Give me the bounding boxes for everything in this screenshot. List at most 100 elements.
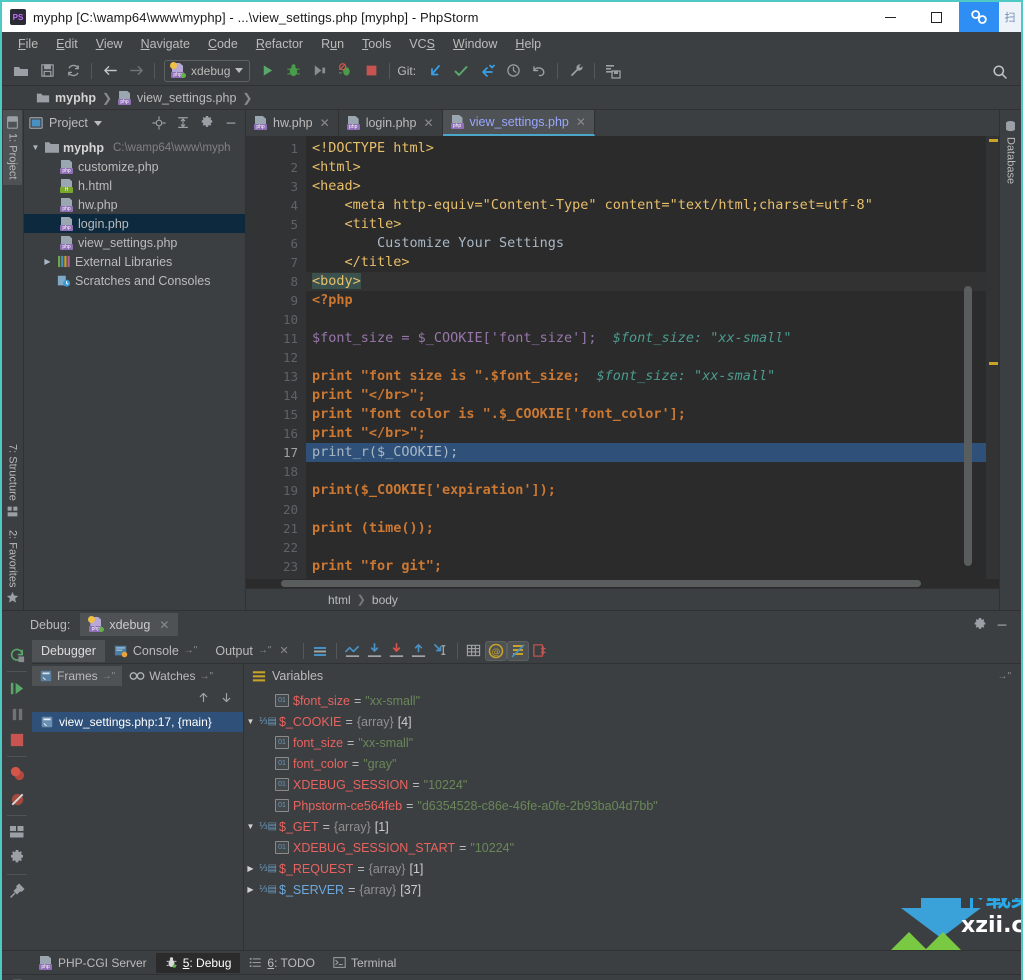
cloud-sync-icon[interactable] (959, 2, 999, 32)
variable-row[interactable]: 01 font_size = "xx-small" (244, 732, 1021, 753)
mute-breakpoints-toolbar-icon[interactable] (309, 641, 331, 661)
tree-node-login-php[interactable]: php login.php (24, 214, 245, 233)
watches-icon[interactable] (506, 640, 529, 661)
step-into-icon[interactable] (386, 641, 408, 661)
project-panel-chevron-icon[interactable] (93, 120, 102, 126)
close-icon[interactable]: ✕ (159, 618, 169, 632)
tab-login-php[interactable]: php login.php ✕ (339, 110, 443, 136)
sidebar-item-database[interactable]: Database (1001, 114, 1020, 190)
editor-gutter[interactable]: 1 2 3 4 5 6 7 8 9 10 11 12 13 14 15 16 1… (246, 136, 306, 579)
stop-program-icon[interactable] (4, 727, 30, 753)
evaluate-expression-icon[interactable]: @ (484, 640, 507, 661)
tab-view-settings-php[interactable]: php view_settings.php ✕ (442, 110, 595, 136)
menu-refactor[interactable]: Refactor (247, 35, 312, 53)
variable-row[interactable]: ▼ ⅓▤ $_COOKIE = {array} [4] (244, 711, 1021, 732)
toolwindow-php-cgi-server[interactable]: php PHP-CGI Server (30, 953, 156, 973)
variable-row[interactable]: ▶ ⅓▤ $_SERVER = {array} [37] (244, 879, 1021, 900)
collapse-arrow[interactable]: ▶ (244, 885, 257, 894)
mute-breakpoints-icon[interactable] (4, 786, 30, 812)
frame-row-selected[interactable]: view_settings.php:17, {main} (32, 712, 243, 732)
tree-node-hw-php[interactable]: php hw.php (24, 195, 245, 214)
hide-panel-icon[interactable] (222, 114, 240, 132)
debug-session-tab[interactable]: php xdebug ✕ (80, 613, 179, 636)
tree-node-view-settings-php[interactable]: php view_settings.php (24, 233, 245, 252)
save-icon[interactable] (34, 59, 60, 83)
toolwindow-terminal[interactable]: Terminal (324, 953, 405, 973)
tab-watches[interactable]: Watches →" (122, 666, 220, 686)
pin-icon[interactable]: →" (258, 645, 272, 656)
run-configuration-selector[interactable]: php xdebug (164, 59, 251, 82)
run-with-coverage-icon[interactable] (306, 59, 332, 83)
tab-frames[interactable]: Frames →" (32, 666, 123, 686)
commit-icon[interactable] (448, 59, 474, 83)
scrollbar-thumb[interactable] (964, 286, 972, 566)
locate-file-icon[interactable] (150, 114, 168, 132)
sidebar-item-project[interactable]: 1: Project (3, 110, 22, 186)
breadcrumb-body[interactable]: body (372, 593, 398, 607)
close-icon[interactable]: ✕ (423, 116, 433, 130)
breadcrumb-html[interactable]: html (328, 593, 351, 607)
collapse-arrow-icon[interactable]: ▶ (42, 257, 53, 266)
close-icon[interactable]: ✕ (320, 116, 330, 130)
rerun-icon[interactable] (4, 642, 30, 668)
project-file-tree[interactable]: ▼ myphp C:\wamp64\www\myph php customize… (24, 136, 245, 610)
search-everywhere-icon[interactable] (987, 60, 1013, 84)
back-icon[interactable] (97, 59, 123, 83)
menu-window[interactable]: Window (444, 35, 506, 53)
variable-row[interactable]: 01 $font_size = "xx-small" (244, 690, 1021, 711)
editor-marker-bar[interactable] (986, 136, 999, 579)
gear-icon[interactable] (969, 615, 991, 635)
sync-icon[interactable] (60, 59, 86, 83)
collapse-arrow[interactable]: ▶ (244, 864, 257, 873)
sidebar-item-favorites[interactable]: 2: Favorites (3, 524, 22, 610)
export-icon[interactable] (529, 641, 551, 661)
history-icon[interactable] (500, 59, 526, 83)
menu-edit[interactable]: Edit (47, 35, 87, 53)
variable-row[interactable]: 01 Phpstorm-ce564feb = "d6354528-c86e-46… (244, 795, 1021, 816)
layout-settings-icon[interactable] (4, 819, 30, 845)
view-breakpoints-icon[interactable] (4, 760, 30, 786)
menu-file[interactable]: File (9, 35, 47, 53)
variable-row[interactable]: 01 XDEBUG_SESSION_START = "10224" (244, 837, 1021, 858)
toolwindow-todo[interactable]: 6: TODO (240, 953, 324, 973)
build-icon[interactable] (600, 59, 626, 83)
step-over-icon[interactable] (364, 641, 386, 661)
tree-node-external-libraries[interactable]: ▶ External Libraries (24, 252, 245, 271)
breadcrumb-project[interactable]: myphp (30, 90, 102, 106)
editor-vertical-scrollbar[interactable] (963, 136, 973, 579)
move-frame-down-icon[interactable] (220, 691, 233, 707)
variable-row[interactable]: 01 XDEBUG_SESSION = "10224" (244, 774, 1021, 795)
tree-node-scratches[interactable]: Scratches and Consoles (24, 271, 245, 290)
menu-help[interactable]: Help (506, 35, 550, 53)
open-icon[interactable] (8, 59, 34, 83)
push-icon[interactable] (474, 59, 500, 83)
pin-tab-icon[interactable] (4, 878, 30, 904)
frames-list[interactable]: view_settings.php:17, {main} (32, 710, 243, 950)
variable-row[interactable]: ▶ ⅓▤ $_REQUEST = {array} [1] (244, 858, 1021, 879)
pin-icon[interactable]: →" (184, 645, 198, 656)
menu-run[interactable]: Run (312, 35, 353, 53)
warning-marker[interactable] (989, 139, 998, 142)
gear-icon[interactable] (198, 114, 216, 132)
rollback-icon[interactable] (526, 59, 552, 83)
minimize-button[interactable] (867, 2, 913, 32)
pin-icon[interactable]: →" (199, 671, 213, 682)
toolwindow-debug[interactable]: 5: Debug (155, 952, 241, 973)
stop-debug-icon[interactable] (332, 59, 358, 83)
tree-node-customize-php[interactable]: php customize.php (24, 157, 245, 176)
warning-marker-2[interactable] (989, 362, 998, 365)
variable-row[interactable]: ▼ ⅓▤ $_GET = {array} [1] (244, 816, 1021, 837)
threads-icon[interactable] (463, 641, 485, 661)
editor-horizontal-scrollbar[interactable] (246, 579, 999, 588)
tab-console[interactable]: Console →" (105, 640, 206, 662)
menu-code[interactable]: Code (199, 35, 247, 53)
pin-icon[interactable]: →" (997, 671, 1011, 682)
tab-hw-php[interactable]: php hw.php ✕ (246, 110, 339, 136)
variables-tree[interactable]: 01 $font_size = "xx-small" ▼ ⅓▤ $_COOKIE… (244, 688, 1021, 950)
update-project-icon[interactable] (422, 59, 448, 83)
tab-debugger[interactable]: Debugger (32, 639, 105, 662)
tree-node-myphp[interactable]: ▼ myphp C:\wamp64\www\myph (24, 138, 245, 157)
resume-program-icon[interactable] (4, 675, 30, 701)
scrollbar-thumb-horizontal[interactable] (281, 580, 921, 587)
menu-navigate[interactable]: Navigate (132, 35, 199, 53)
